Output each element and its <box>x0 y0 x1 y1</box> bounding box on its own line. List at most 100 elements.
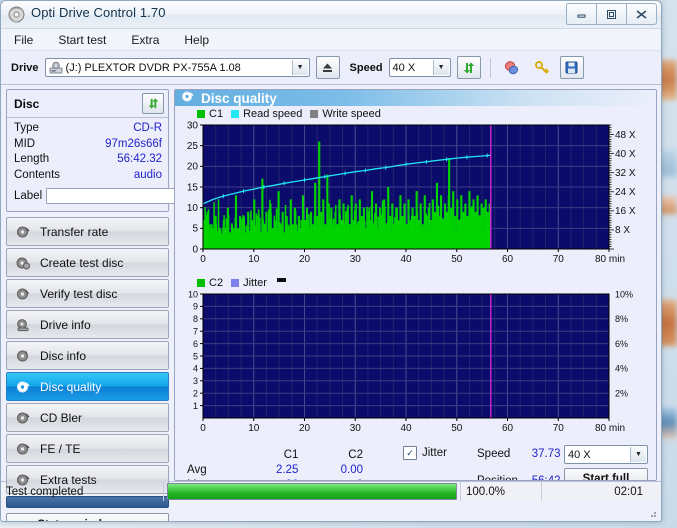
toolbar-divider <box>489 57 491 78</box>
sidebar-item-create-test-disc[interactable]: Create test disc <box>6 248 169 277</box>
svg-text:1: 1 <box>193 401 198 411</box>
table-row: Speed 37.73 X <box>477 448 577 461</box>
test-speed-select[interactable]: 40 X ▼ <box>564 445 648 464</box>
svg-text:6%: 6% <box>615 339 628 349</box>
legend-label-read-speed: Read speed <box>243 108 303 120</box>
chevron-down-icon[interactable]: ▼ <box>291 60 308 75</box>
sidebar-item-label: Transfer rate <box>40 224 109 239</box>
sidebar-item-label: Create test disc <box>40 255 124 270</box>
close-button[interactable] <box>626 3 657 25</box>
sidebar: Disc Type CD-R MID 97m26s66f Length 56:4… <box>1 85 215 521</box>
col-header-c1: C1 <box>283 449 299 461</box>
resize-grip-icon[interactable] <box>646 507 658 519</box>
svg-text:4%: 4% <box>615 364 628 374</box>
svg-text:20: 20 <box>299 254 311 265</box>
disc-label-row: Label <box>14 185 215 206</box>
sidebar-item-fe-te[interactable]: FE / TE <box>6 434 169 463</box>
disc-label-input[interactable] <box>46 187 195 204</box>
disc-contents-label: Contents <box>14 168 61 181</box>
disc-mid-label: MID <box>14 137 36 150</box>
save-icon <box>565 61 578 74</box>
svg-text:2: 2 <box>193 389 198 399</box>
progress-cell <box>164 482 461 501</box>
statistics-area: C1 C2 Avg 2.25 0.00 Max 26 0 Total <box>175 443 656 480</box>
table-header-row: C1 C2 <box>187 449 363 462</box>
refresh-icon <box>148 98 158 109</box>
svg-text:i: i <box>26 351 27 357</box>
svg-text:40: 40 <box>400 254 412 265</box>
svg-text:30: 30 <box>187 121 199 131</box>
disc-length-value: 56:42.32 <box>117 153 162 165</box>
title-bar: Opti Drive Control 1.70 <box>1 1 661 29</box>
disc-quality-panel: Disc quality C1 Read speed Write speed 0… <box>174 89 657 481</box>
keys-button[interactable] <box>530 57 554 79</box>
chevron-down-icon[interactable]: ▼ <box>432 60 449 75</box>
sidebar-item-label: Verify test disc <box>40 286 118 301</box>
menu-extra[interactable]: Extra <box>128 32 162 48</box>
svg-text:60: 60 <box>502 423 514 434</box>
chart-legend-bottom: C2 Jitter <box>175 274 656 290</box>
svg-text:10: 10 <box>248 423 260 434</box>
status-window-button[interactable]: Status window > > <box>6 513 169 521</box>
legend-swatch-read-speed <box>231 110 240 118</box>
disc-type-label: Type <box>14 122 39 134</box>
menu-help[interactable]: Help <box>181 32 212 48</box>
svg-text:2%: 2% <box>615 389 628 399</box>
save-button[interactable] <box>559 56 584 79</box>
svg-text:10: 10 <box>187 203 199 214</box>
table-row: Avg 2.25 0.00 <box>187 464 363 477</box>
jitter-toggle[interactable]: ✓ Jitter <box>403 446 447 460</box>
disc-quality-icon <box>15 379 31 395</box>
menu-file[interactable]: File <box>11 32 36 48</box>
disc-burn-icon <box>15 255 31 271</box>
sidebar-item-drive-info[interactable]: Drive info <box>6 310 169 339</box>
drive-select[interactable]: (J:) PLEXTOR DVDR PX-755A 1.08 ▼ <box>44 58 310 77</box>
maximize-button[interactable] <box>596 3 627 25</box>
svg-text:80 min: 80 min <box>595 254 625 265</box>
sidebar-item-verify-test-disc[interactable]: Verify test disc <box>6 279 169 308</box>
sidebar-item-transfer-rate[interactable]: Transfer rate <box>6 217 169 246</box>
svg-text:40 X: 40 X <box>615 149 636 160</box>
disc-refresh-button[interactable] <box>142 93 164 114</box>
disc-contents-value: audio <box>133 168 162 181</box>
avg-c1-value: 2.25 <box>276 464 299 476</box>
svg-text:16 X: 16 X <box>615 206 636 217</box>
svg-text:6: 6 <box>193 339 198 349</box>
legend-marker-icon <box>276 278 286 282</box>
speed-stat-label: Speed <box>477 448 511 460</box>
disc-panel-header: Disc <box>7 90 168 118</box>
refresh-button[interactable] <box>456 56 481 79</box>
minimize-button[interactable] <box>566 3 597 25</box>
erase-disc-button[interactable] <box>500 57 524 79</box>
jitter-checkbox[interactable]: ✓ <box>403 446 417 460</box>
menu-start-test[interactable]: Start test <box>55 32 109 48</box>
disc-info-panel: Disc Type CD-R MID 97m26s66f Length 56:4… <box>6 89 215 212</box>
svg-text:20: 20 <box>187 162 199 173</box>
row-label-avg: Avg <box>187 464 207 476</box>
fe-te-icon <box>15 441 31 457</box>
svg-text:24 X: 24 X <box>615 187 636 198</box>
legend-swatch-c1 <box>197 110 205 118</box>
test-controls: 40 X ▼ Start full Start part <box>564 445 648 480</box>
toolbar: Drive (J:) PLEXTOR DVDR PX-755A 1.08 ▼ S… <box>1 51 661 85</box>
legend-label-c2: C2 <box>209 277 224 289</box>
disc-label-caption: Label <box>14 189 43 202</box>
c1-chart-svg: 0 5 10 15 20 25 30 8 X 16 X 24 X 32 X 40 X 48 X 0 10 20… <box>187 120 636 265</box>
start-full-button[interactable]: Start full <box>564 468 648 480</box>
chevron-down-icon[interactable]: ▼ <box>630 447 646 462</box>
speed-select[interactable]: 40 X ▼ <box>388 58 451 77</box>
sidebar-item-disc-info[interactable]: i Disc info <box>6 341 169 370</box>
legend-label-jitter: Jitter <box>243 277 267 289</box>
sidebar-item-cd-bler[interactable]: CD Bler <box>6 403 169 432</box>
sidebar-item-disc-quality[interactable]: Disc quality <box>6 372 169 401</box>
svg-text:5: 5 <box>192 224 198 235</box>
error-stats-table: C1 C2 Avg 2.25 0.00 Max 26 0 Total <box>185 447 365 480</box>
svg-text:9: 9 <box>193 302 198 312</box>
drive-icon <box>49 61 63 73</box>
speed-value: 40 X <box>392 61 416 74</box>
jitter-label: Jitter <box>422 447 447 459</box>
table-row: Max 26 0 <box>187 479 363 480</box>
eject-icon <box>323 63 333 72</box>
svg-text:50: 50 <box>451 254 463 265</box>
eject-button[interactable] <box>315 56 340 79</box>
